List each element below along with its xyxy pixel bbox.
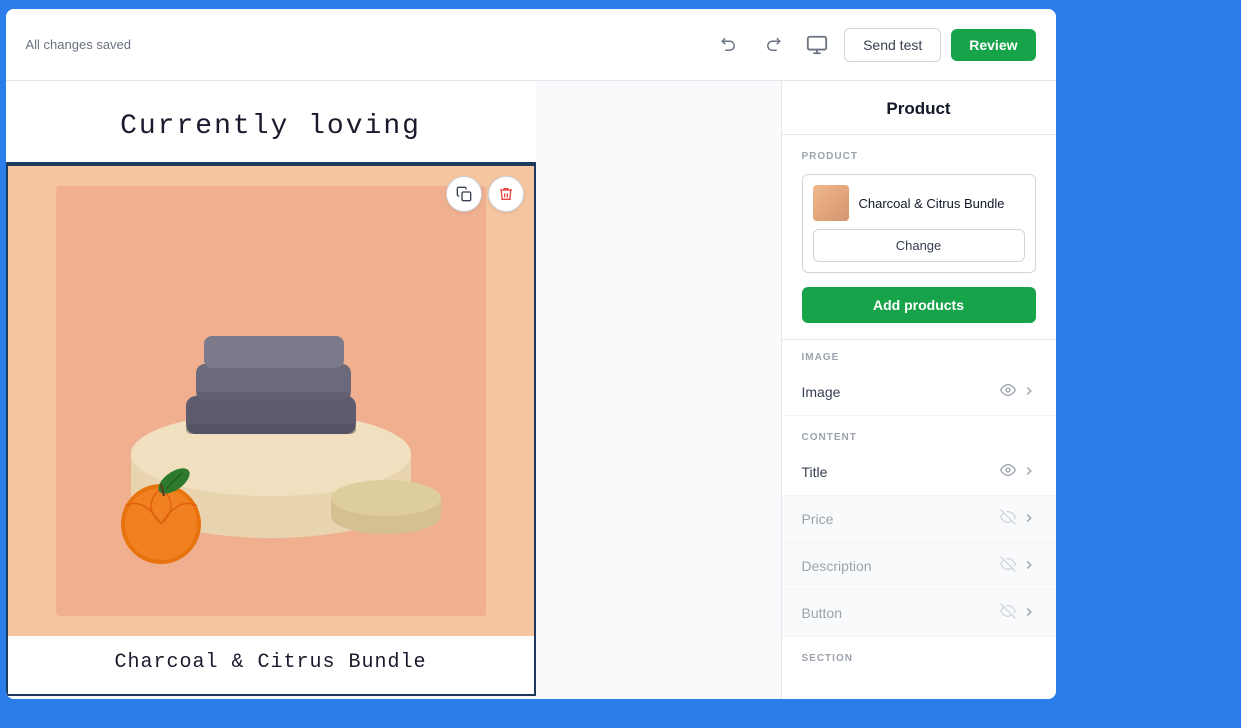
topbar: All changes saved bbox=[6, 9, 1056, 81]
product-panel-section: PRODUCT Charcoal & Citrus Bundle Change … bbox=[782, 135, 1056, 340]
image-section-header: IMAGE bbox=[782, 340, 1056, 369]
image-chevron-icon bbox=[1022, 384, 1036, 401]
button-row[interactable]: Button bbox=[782, 590, 1056, 637]
title-eye-icon[interactable] bbox=[1000, 462, 1016, 482]
redo-button[interactable] bbox=[756, 28, 790, 62]
content-section-label: CONTENT bbox=[802, 432, 1036, 443]
content-section-header: CONTENT bbox=[782, 420, 1056, 449]
image-row[interactable]: Image bbox=[782, 369, 1056, 416]
section-header: SECTION bbox=[782, 641, 1056, 670]
undo-icon bbox=[720, 36, 738, 54]
topbar-left: All changes saved bbox=[26, 37, 701, 52]
product-image bbox=[56, 186, 486, 616]
product-thumb-inner bbox=[813, 185, 849, 221]
product-title: Charcoal & Citrus Bundle bbox=[8, 636, 534, 694]
trash-icon bbox=[498, 186, 514, 202]
copy-icon bbox=[456, 186, 472, 202]
description-row-label: Description bbox=[802, 558, 872, 574]
change-product-button[interactable]: Change bbox=[813, 229, 1025, 262]
product-card: Charcoal & Citrus Bundle Change bbox=[802, 174, 1036, 273]
description-row[interactable]: Description bbox=[782, 543, 1056, 590]
description-chevron-icon bbox=[1022, 558, 1036, 575]
product-section-label: PRODUCT bbox=[802, 151, 1036, 162]
redo-icon bbox=[764, 36, 782, 54]
main-area: Currently loving bbox=[6, 81, 1056, 699]
product-section[interactable]: Charcoal & Citrus Bundle bbox=[6, 164, 536, 696]
button-chevron-icon bbox=[1022, 605, 1036, 622]
monitor-button[interactable] bbox=[800, 28, 834, 62]
title-chevron-icon bbox=[1022, 464, 1036, 481]
description-eye-icon[interactable] bbox=[1000, 556, 1016, 576]
undo-button[interactable] bbox=[712, 28, 746, 62]
product-thumbnail bbox=[813, 185, 849, 221]
button-eye-icon[interactable] bbox=[1000, 603, 1016, 623]
description-row-actions bbox=[1000, 556, 1036, 576]
topbar-actions: Send test Review bbox=[712, 28, 1035, 62]
price-row-label: Price bbox=[802, 511, 834, 527]
email-preview: Currently loving bbox=[6, 81, 781, 699]
price-eye-icon[interactable] bbox=[1000, 509, 1016, 529]
image-section-label: IMAGE bbox=[802, 352, 1036, 363]
review-button[interactable]: Review bbox=[951, 29, 1035, 61]
button-row-label: Button bbox=[802, 605, 842, 621]
price-row[interactable]: Price bbox=[782, 496, 1056, 543]
email-header-section: Currently loving bbox=[6, 81, 536, 164]
copy-section-button[interactable] bbox=[446, 176, 482, 212]
button-row-actions bbox=[1000, 603, 1036, 623]
image-row-actions bbox=[1000, 382, 1036, 402]
save-status: All changes saved bbox=[26, 37, 132, 52]
email-title: Currently loving bbox=[26, 111, 516, 142]
image-eye-icon[interactable] bbox=[1000, 382, 1016, 402]
product-card-inner: Charcoal & Citrus Bundle bbox=[813, 185, 1025, 221]
right-panel: Product PRODUCT Charcoal & Citrus Bundle… bbox=[781, 81, 1056, 699]
price-chevron-icon bbox=[1022, 511, 1036, 528]
send-test-button[interactable]: Send test bbox=[844, 28, 941, 62]
title-row[interactable]: Title bbox=[782, 449, 1056, 496]
panel-title: Product bbox=[886, 99, 950, 118]
title-row-actions bbox=[1000, 462, 1036, 482]
product-card-name: Charcoal & Citrus Bundle bbox=[859, 196, 1005, 211]
monitor-icon bbox=[806, 34, 828, 56]
title-row-label: Title bbox=[802, 464, 828, 480]
float-actions bbox=[446, 176, 524, 212]
section-header-label: SECTION bbox=[802, 653, 1036, 664]
price-row-actions bbox=[1000, 509, 1036, 529]
email-canvas: Currently loving bbox=[6, 81, 536, 696]
panel-header: Product bbox=[782, 81, 1056, 135]
product-image-area bbox=[8, 166, 534, 636]
delete-section-button[interactable] bbox=[488, 176, 524, 212]
add-products-button[interactable]: Add products bbox=[802, 287, 1036, 323]
image-row-label: Image bbox=[802, 384, 841, 400]
